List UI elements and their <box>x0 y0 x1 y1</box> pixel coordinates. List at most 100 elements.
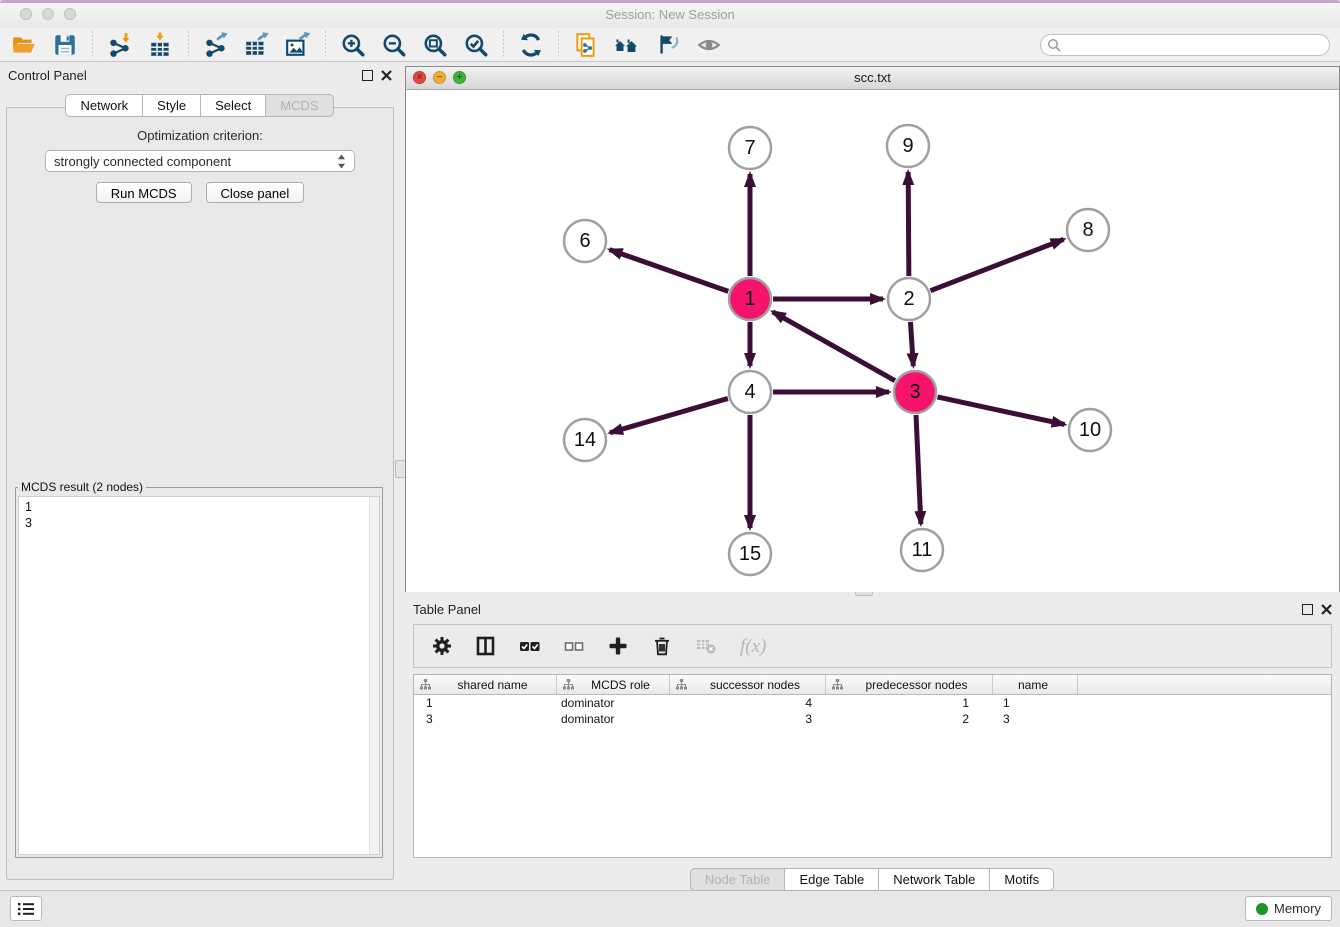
tab-network-table[interactable]: Network Table <box>878 868 990 891</box>
close-panel-icon[interactable] <box>381 70 392 81</box>
graph-node-9[interactable]: 9 <box>887 125 929 167</box>
control-panel-header: Control Panel <box>0 62 400 88</box>
mcds-result-line: 1 <box>25 499 379 515</box>
table-cell[interactable]: dominator <box>557 695 670 711</box>
export-image-icon[interactable] <box>284 31 312 59</box>
graph-node-3[interactable]: 3 <box>894 371 936 413</box>
deselect-all-checkboxes-icon[interactable] <box>560 632 588 660</box>
network-window-titlebar[interactable]: × − + scc.txt <box>406 67 1339 90</box>
tab-select[interactable]: Select <box>200 94 266 117</box>
close-table-panel-icon[interactable] <box>1321 604 1332 615</box>
select-stepper-icon <box>337 154 346 169</box>
edge-2-9[interactable] <box>908 172 909 276</box>
zoom-out-icon[interactable] <box>380 31 408 59</box>
add-row-icon[interactable] <box>604 632 632 660</box>
graph-node-1[interactable]: 1 <box>729 278 771 320</box>
graph-node-2[interactable]: 2 <box>888 278 930 320</box>
edge-3-1[interactable] <box>773 312 895 381</box>
table-row[interactable]: 1dominator411 <box>414 695 1331 711</box>
column-header-successor-nodes[interactable]: successor nodes <box>670 675 826 694</box>
edge-1-6[interactable] <box>610 250 729 292</box>
column-header-predecessor-nodes[interactable]: predecessor nodes <box>826 675 993 694</box>
node-label: 2 <box>903 288 914 310</box>
node-table[interactable]: shared nameMCDS rolesuccessor nodesprede… <box>413 674 1332 858</box>
graph-node-7[interactable]: 7 <box>729 127 771 169</box>
tab-mcds[interactable]: MCDS <box>265 94 333 117</box>
edge-3-10[interactable] <box>937 397 1064 425</box>
table-cell[interactable]: 3 <box>414 711 557 727</box>
table-toolbar: f(x) <box>413 624 1332 668</box>
delete-table-icon[interactable] <box>692 632 720 660</box>
mcds-result-list: 13 <box>25 499 379 531</box>
task-history-button[interactable] <box>10 896 42 921</box>
run-mcds-button[interactable]: Run MCDS <box>96 182 192 203</box>
graph-node-10[interactable]: 10 <box>1069 409 1111 451</box>
graph-node-11[interactable]: 11 <box>901 529 943 571</box>
result-scrollbar[interactable] <box>369 497 379 854</box>
main-toolbar <box>0 28 1340 62</box>
table-cell[interactable]: 1 <box>993 695 1078 711</box>
table-panel-title: Table Panel <box>413 602 481 617</box>
import-table-icon[interactable] <box>147 31 175 59</box>
memory-button[interactable]: Memory <box>1245 896 1332 921</box>
status-bar: Memory <box>0 890 1340 927</box>
node-label: 10 <box>1079 419 1101 441</box>
graph-node-4[interactable]: 4 <box>729 371 771 413</box>
table-row[interactable]: 3dominator323 <box>414 711 1331 727</box>
tab-motifs[interactable]: Motifs <box>989 868 1054 891</box>
network-canvas[interactable]: 1 2 3 4 6 7 8 9 10 11 14 15 <box>406 90 1339 592</box>
column-header-mcds-role[interactable]: MCDS role <box>557 675 670 694</box>
zoom-fit-icon[interactable] <box>421 31 449 59</box>
close-panel-button[interactable]: Close panel <box>206 182 305 203</box>
float-panel-icon[interactable] <box>362 70 373 81</box>
edge-4-14[interactable] <box>610 398 728 432</box>
optimization-criterion-label: Optimization criterion: <box>7 128 393 143</box>
open-session-icon[interactable] <box>10 31 38 59</box>
graph-node-14[interactable]: 14 <box>564 419 606 461</box>
graph-node-15[interactable]: 15 <box>729 533 771 575</box>
table-cell[interactable]: 1 <box>414 695 557 711</box>
export-table-icon[interactable] <box>243 31 271 59</box>
node-label: 6 <box>579 230 590 252</box>
search-icon <box>1047 38 1061 52</box>
table-cell[interactable]: 3 <box>670 711 826 727</box>
table-cell[interactable]: 3 <box>993 711 1078 727</box>
table-cell[interactable]: 4 <box>670 695 826 711</box>
home-icon[interactable] <box>613 31 641 59</box>
graph-node-6[interactable]: 6 <box>564 220 606 262</box>
edge-3-11[interactable] <box>916 415 921 524</box>
function-builder-icon[interactable]: f(x) <box>736 632 776 660</box>
import-network-icon[interactable] <box>106 31 134 59</box>
table-panel-header: Table Panel <box>405 596 1340 622</box>
tab-edge-table[interactable]: Edge Table <box>784 868 879 891</box>
optimization-criterion-value: strongly connected component <box>54 154 231 169</box>
zoom-selected-icon[interactable] <box>462 31 490 59</box>
graph-node-8[interactable]: 8 <box>1067 209 1109 251</box>
select-all-checkboxes-icon[interactable] <box>516 632 544 660</box>
clone-network-icon[interactable] <box>572 31 600 59</box>
tab-network[interactable]: Network <box>65 94 143 117</box>
eye-icon[interactable] <box>695 31 723 59</box>
edge-2-3[interactable] <box>910 322 913 366</box>
float-table-panel-icon[interactable] <box>1302 604 1313 615</box>
flag-icon[interactable] <box>654 31 682 59</box>
column-header-shared-name[interactable]: shared name <box>414 675 557 694</box>
zoom-in-icon[interactable] <box>339 31 367 59</box>
export-network-icon[interactable] <box>202 31 230 59</box>
tab-style[interactable]: Style <box>142 94 201 117</box>
search-input[interactable] <box>1040 34 1330 56</box>
table-cell[interactable]: 1 <box>826 695 993 711</box>
tab-node-table[interactable]: Node Table <box>690 868 786 891</box>
settings-gear-icon[interactable] <box>428 632 456 660</box>
table-cell[interactable]: 2 <box>826 711 993 727</box>
columns-icon[interactable] <box>472 632 500 660</box>
save-session-icon[interactable] <box>51 31 79 59</box>
table-cell[interactable]: dominator <box>557 711 670 727</box>
column-header-name[interactable]: name <box>993 675 1078 694</box>
optimization-criterion-select[interactable]: strongly connected component <box>45 150 355 172</box>
control-panel-tabs: NetworkStyleSelectMCDS <box>0 94 400 117</box>
delete-row-icon[interactable] <box>648 632 676 660</box>
refresh-layout-icon[interactable] <box>517 31 545 59</box>
edge-2-8[interactable] <box>930 239 1063 290</box>
mcds-result-box[interactable]: 13 <box>18 496 380 855</box>
